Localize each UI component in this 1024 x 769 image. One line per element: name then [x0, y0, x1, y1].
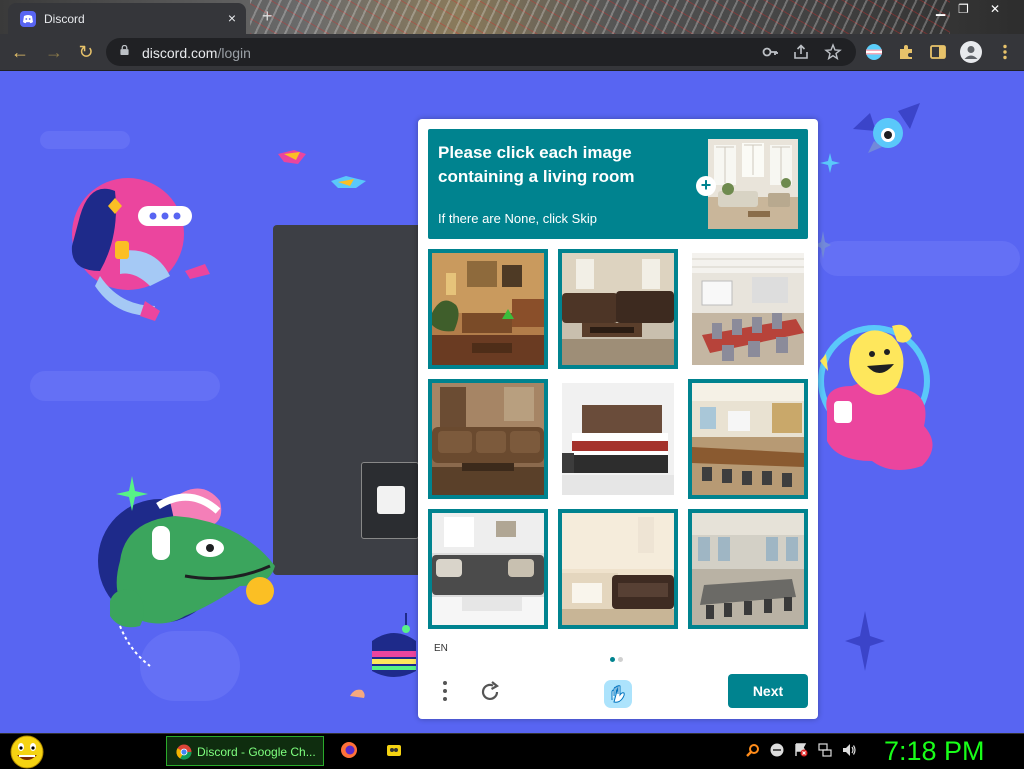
back-icon[interactable]: ←: [10, 42, 30, 62]
browser-menu-icon[interactable]: [996, 43, 1014, 61]
new-tab-button[interactable]: +: [262, 6, 273, 27]
captcha-footer: Next: [418, 674, 818, 719]
tab-strip: Discord × + ▁ ❐ ✕: [0, 0, 1024, 34]
action-center-flag-icon[interactable]: [794, 743, 808, 757]
language-selector[interactable]: EN: [434, 643, 448, 654]
captcha-question: Please click each image containing a livi…: [438, 141, 678, 189]
image-tile-7[interactable]: [428, 509, 548, 629]
key-icon[interactable]: [761, 43, 779, 61]
restore-icon[interactable]: ❐: [958, 2, 969, 16]
side-panel-icon[interactable]: [929, 43, 947, 61]
taskbar-item-label: Discord - Google Ch...: [197, 745, 316, 759]
captcha-anchor-box: [361, 462, 419, 539]
taskbar-item-chrome[interactable]: Discord - Google Ch...: [166, 736, 324, 766]
network-icon[interactable]: [818, 743, 832, 757]
illustration-flying-books: [278, 150, 366, 188]
minimize-icon[interactable]: ▁: [936, 2, 945, 16]
extensions-icon[interactable]: [897, 43, 915, 61]
illustration-green-monster: [98, 476, 276, 667]
image-tile-8[interactable]: [558, 509, 678, 629]
close-window-icon[interactable]: ✕: [990, 2, 1000, 16]
background-cloud: [30, 371, 220, 401]
forward-icon[interactable]: →: [44, 42, 64, 62]
background-cloud: [40, 131, 130, 149]
expand-example-icon[interactable]: +: [696, 176, 716, 196]
address-bar[interactable]: discord.com/login: [106, 38, 856, 66]
captcha-menu-icon[interactable]: [440, 679, 450, 703]
captcha-hint: If there are None, click Skip: [438, 211, 597, 226]
file-manager-icon[interactable]: [385, 741, 403, 759]
image-tile-5[interactable]: [558, 379, 678, 499]
illustration-person-reading: [71, 178, 210, 321]
theme-background: [250, 0, 950, 34]
illustration-bat-creature: [853, 103, 920, 153]
captcha-refresh-icon[interactable]: [478, 680, 502, 704]
sparkle-star-icon: [845, 611, 885, 671]
clock[interactable]: 7:18 PM: [884, 736, 985, 767]
share-icon[interactable]: [792, 43, 810, 61]
image-tile-4[interactable]: [428, 379, 548, 499]
search-icon[interactable]: [746, 743, 760, 757]
discord-favicon-icon: [20, 11, 36, 27]
hcaptcha-logo-icon: [604, 680, 632, 708]
image-tile-2[interactable]: [558, 249, 678, 369]
captcha-question-line1: Please click each image: [438, 143, 632, 162]
url-domain: discord.com: [142, 45, 218, 61]
illustration-yellow-character: [818, 324, 933, 470]
captcha-challenge: Please click each image containing a livi…: [418, 119, 818, 719]
tab-discord[interactable]: Discord ×: [8, 3, 246, 34]
captcha-prompt: Please click each image containing a livi…: [428, 129, 808, 239]
tab-close-icon[interactable]: ×: [228, 10, 236, 26]
image-tile-6[interactable]: [688, 379, 808, 499]
illustration-small-robot: [372, 613, 416, 677]
page-dot: [618, 657, 623, 662]
illustration-shoe: [350, 689, 365, 698]
next-button[interactable]: Next: [728, 674, 808, 708]
chrome-icon: [176, 744, 192, 760]
page-indicator: [610, 649, 626, 667]
browser-toolbar: ← → ↻ discord.com/login: [0, 34, 1024, 71]
captcha-question-line2: containing a living room: [438, 167, 635, 186]
bookmark-star-icon[interactable]: [824, 43, 842, 61]
url-text: discord.com/login: [142, 45, 251, 61]
firefox-icon[interactable]: [340, 741, 358, 759]
profile-avatar-icon[interactable]: [960, 41, 982, 63]
example-image[interactable]: [708, 139, 798, 229]
background-cloud: [820, 241, 1020, 276]
start-smiley-icon[interactable]: [8, 734, 46, 769]
taskbar: Discord - Google Ch... 7:18 PM: [0, 733, 1024, 769]
discord-login-page: Please click each image containing a livi…: [0, 71, 1024, 733]
reload-icon[interactable]: ↻: [76, 42, 96, 62]
tab-title: Discord: [44, 12, 85, 26]
tray-app-icon[interactable]: [770, 743, 784, 757]
url-path: /login: [217, 45, 251, 61]
volume-icon[interactable]: [842, 743, 856, 757]
image-tile-3[interactable]: [688, 249, 808, 369]
lock-icon: [120, 45, 129, 55]
page-dot-active: [610, 657, 615, 662]
sparkle-icon: [820, 153, 840, 173]
captcha-anchor-square: [377, 486, 405, 514]
image-tile-1[interactable]: [428, 249, 548, 369]
image-tile-9[interactable]: [688, 509, 808, 629]
profile-flag-icon[interactable]: [865, 43, 883, 61]
